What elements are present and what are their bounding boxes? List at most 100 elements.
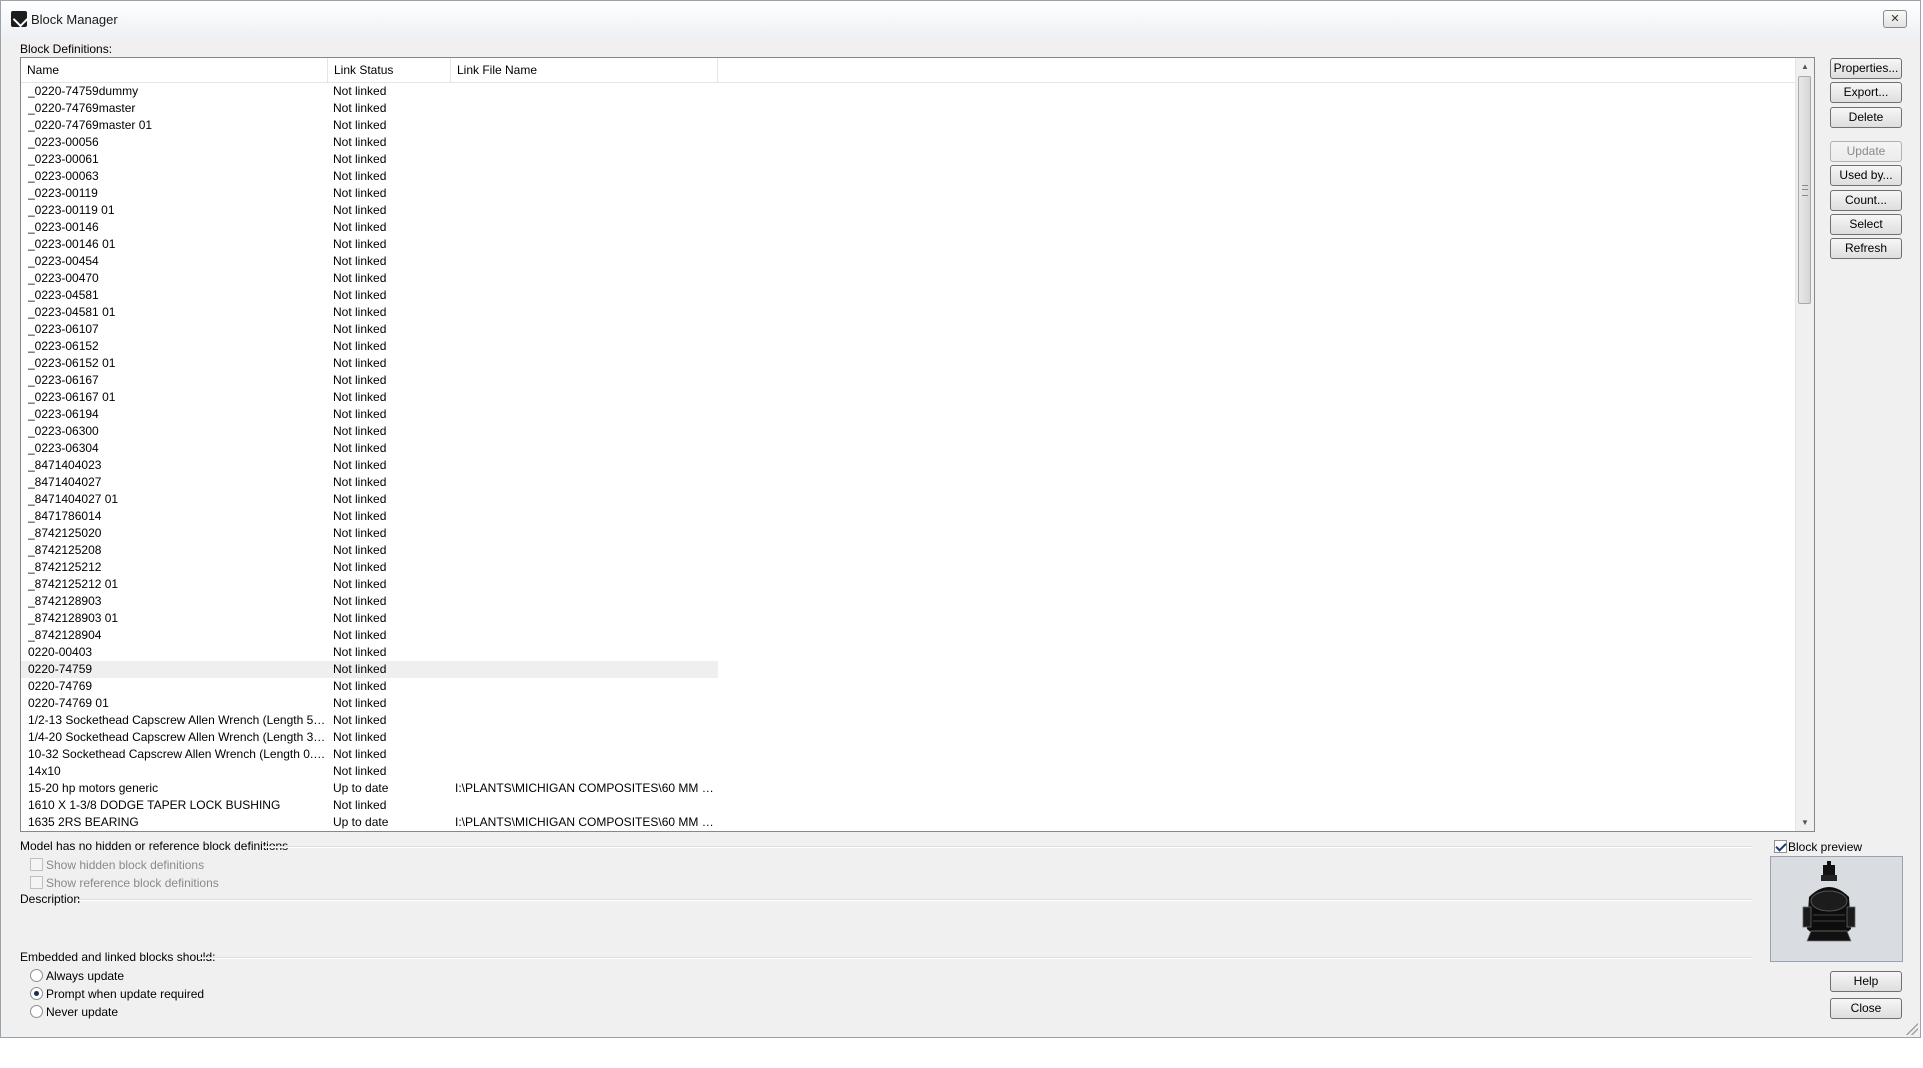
table-row[interactable]: _8471404027 01 Not linked <box>21 491 1795 508</box>
table-row[interactable]: _0223-06167 01 Not linked <box>21 389 1795 406</box>
table-row[interactable]: _0223-06167 Not linked <box>21 372 1795 389</box>
block-name-cell: _0223-06107 <box>28 322 99 336</box>
column-header-name[interactable]: Name <box>21 58 328 82</box>
link-status-cell: Not linked <box>333 237 387 251</box>
table-row[interactable]: _0223-00470 Not linked <box>21 270 1795 287</box>
block-name-cell: _8742128903 <box>28 594 102 608</box>
block-name-cell: 1635 2RS BEARING <box>28 815 139 829</box>
table-row[interactable]: 1/4-20 Sockethead Capscrew Allen Wrench … <box>21 729 1795 746</box>
link-status-cell: Not linked <box>333 169 387 183</box>
refresh-button[interactable]: Refresh <box>1830 238 1902 259</box>
link-file-name-cell: I:\PLANTS\MICHIGAN COMPOSITES\60 MM PAT.… <box>455 815 717 829</box>
scroll-thumb[interactable] <box>1798 76 1811 304</box>
close-button[interactable]: Close <box>1830 998 1902 1019</box>
table-row[interactable]: 14x10 Not linked <box>21 763 1795 780</box>
table-row[interactable]: 0220-00403 Not linked <box>21 644 1795 661</box>
prompt-update-radio[interactable] <box>30 987 43 1000</box>
used-by-button[interactable]: Used by... <box>1830 165 1902 186</box>
resize-grip-icon[interactable] <box>1906 1023 1918 1035</box>
link-status-cell: Not linked <box>333 560 387 574</box>
link-status-cell: Not linked <box>333 458 387 472</box>
title-bar[interactable]: Block Manager ✕ <box>1 1 1920 37</box>
table-row[interactable]: _0223-06304 Not linked <box>21 440 1795 457</box>
help-button[interactable]: Help <box>1830 971 1902 992</box>
table-row[interactable]: 1/2-13 Sockethead Capscrew Allen Wrench … <box>21 712 1795 729</box>
table-row[interactable]: _0223-00454 Not linked <box>21 253 1795 270</box>
scroll-down-arrow-icon[interactable]: ▼ <box>1796 814 1814 831</box>
block-name-cell: _0223-04581 01 <box>28 305 116 319</box>
table-row[interactable]: _0223-00063 Not linked <box>21 168 1795 185</box>
table-row[interactable]: _0223-06152 01 Not linked <box>21 355 1795 372</box>
table-row[interactable]: _8742125020 Not linked <box>21 525 1795 542</box>
table-row[interactable]: _0223-06194 Not linked <box>21 406 1795 423</box>
block-name-cell: _8742125020 <box>28 526 102 540</box>
show-reference-label: Show reference block definitions <box>46 876 219 890</box>
table-row[interactable]: _0223-06107 Not linked <box>21 321 1795 338</box>
always-update-radio[interactable] <box>30 969 43 982</box>
always-update-label: Always update <box>46 969 125 983</box>
column-header-link-status[interactable]: Link Status <box>328 58 451 82</box>
link-status-cell: Not linked <box>333 509 387 523</box>
table-row[interactable]: _0223-06152 Not linked <box>21 338 1795 355</box>
table-row[interactable]: _0223-00056 Not linked <box>21 134 1795 151</box>
table-row[interactable]: 1610 X 1-3/8 DODGE TAPER LOCK BUSHING Not… <box>21 797 1795 814</box>
table-row[interactable]: 10-32 Sockethead Capscrew Allen Wrench (… <box>21 746 1795 763</box>
table-row[interactable]: _0223-00119 01 Not linked <box>21 202 1795 219</box>
table-row[interactable]: _8742128903 01 Not linked <box>21 610 1795 627</box>
table-row[interactable]: _8742128904 Not linked <box>21 627 1795 644</box>
block-name-cell: 1/2-13 Sockethead Capscrew Allen Wrench … <box>28 713 328 727</box>
block-name-cell: _0223-00063 <box>28 169 99 183</box>
table-row[interactable]: _0223-04581 Not linked <box>21 287 1795 304</box>
link-status-cell: Not linked <box>333 475 387 489</box>
count-button[interactable]: Count... <box>1830 190 1902 211</box>
export-button[interactable]: Export... <box>1830 82 1902 103</box>
link-status-cell: Not linked <box>333 254 387 268</box>
link-status-cell: Not linked <box>333 628 387 642</box>
table-row[interactable]: _0223-06300 Not linked <box>21 423 1795 440</box>
table-row[interactable]: _8471404027 Not linked <box>21 474 1795 491</box>
table-row[interactable]: _0220-74769master 01 Not linked <box>21 117 1795 134</box>
update-button[interactable]: Update <box>1830 141 1902 162</box>
block-preview-checkbox[interactable] <box>1774 840 1787 853</box>
block-name-cell: _0223-00056 <box>28 135 99 149</box>
table-row[interactable]: _8471786014 Not linked <box>21 508 1795 525</box>
column-header-link-file-name[interactable]: Link File Name <box>451 58 718 82</box>
scroll-up-arrow-icon[interactable]: ▲ <box>1796 58 1814 75</box>
link-status-cell: Not linked <box>333 356 387 370</box>
link-status-cell: Not linked <box>333 390 387 404</box>
window-close-button[interactable]: ✕ <box>1883 10 1907 28</box>
table-row[interactable]: _0223-00146 Not linked <box>21 219 1795 236</box>
table-row[interactable]: 1635 2RS BEARING Up to date I:\PLANTS\MICH… <box>21 814 1795 831</box>
link-status-cell: Not linked <box>333 696 387 710</box>
block-name-cell: _0220-74769master 01 <box>28 118 153 132</box>
table-row[interactable]: _0220-74769master Not linked <box>21 100 1795 117</box>
select-button[interactable]: Select <box>1830 214 1902 235</box>
table-row[interactable]: _0223-04581 01 Not linked <box>21 304 1795 321</box>
link-status-cell: Not linked <box>333 424 387 438</box>
table-row[interactable]: 0220-74769 01 Not linked <box>21 695 1795 712</box>
table-row[interactable]: _8471404023 Not linked <box>21 457 1795 474</box>
block-definitions-label: Block Definitions: <box>20 42 113 56</box>
block-definitions-list[interactable]: Name Link Status Link File Name _0220-74… <box>20 57 1815 832</box>
delete-button[interactable]: Delete <box>1830 107 1902 128</box>
never-update-radio[interactable] <box>30 1005 43 1018</box>
table-row[interactable]: 0220-74759 Not linked <box>21 661 718 678</box>
properties-button[interactable]: Properties... <box>1830 58 1902 79</box>
table-row[interactable]: _0223-00146 01 Not linked <box>21 236 1795 253</box>
table-row[interactable]: _8742128903 Not linked <box>21 593 1795 610</box>
block-manager-window: Block Manager ✕ Block Definitions: Name … <box>0 0 1921 1038</box>
table-row[interactable]: _0223-00061 Not linked <box>21 151 1795 168</box>
table-row[interactable]: _8742125212 01 Not linked <box>21 576 1795 593</box>
table-row[interactable]: 0220-74769 Not linked <box>21 678 1795 695</box>
table-row[interactable]: 15-20 hp motors generic Up to date I:\PLAN… <box>21 780 1795 797</box>
show-reference-checkbox[interactable] <box>30 876 43 889</box>
motor-block-preview-icon <box>1802 861 1856 942</box>
block-name-cell: _8471404027 01 <box>28 492 119 506</box>
table-row[interactable]: _8742125208 Not linked <box>21 542 1795 559</box>
table-row[interactable]: _0223-00119 Not linked <box>21 185 1795 202</box>
app-icon <box>11 11 27 27</box>
show-hidden-checkbox[interactable] <box>30 858 43 871</box>
vertical-scrollbar[interactable]: ▲ ▼ <box>1795 58 1814 831</box>
table-row[interactable]: _8742125212 Not linked <box>21 559 1795 576</box>
table-row[interactable]: _0220-74759dummy Not linked <box>21 83 1795 100</box>
